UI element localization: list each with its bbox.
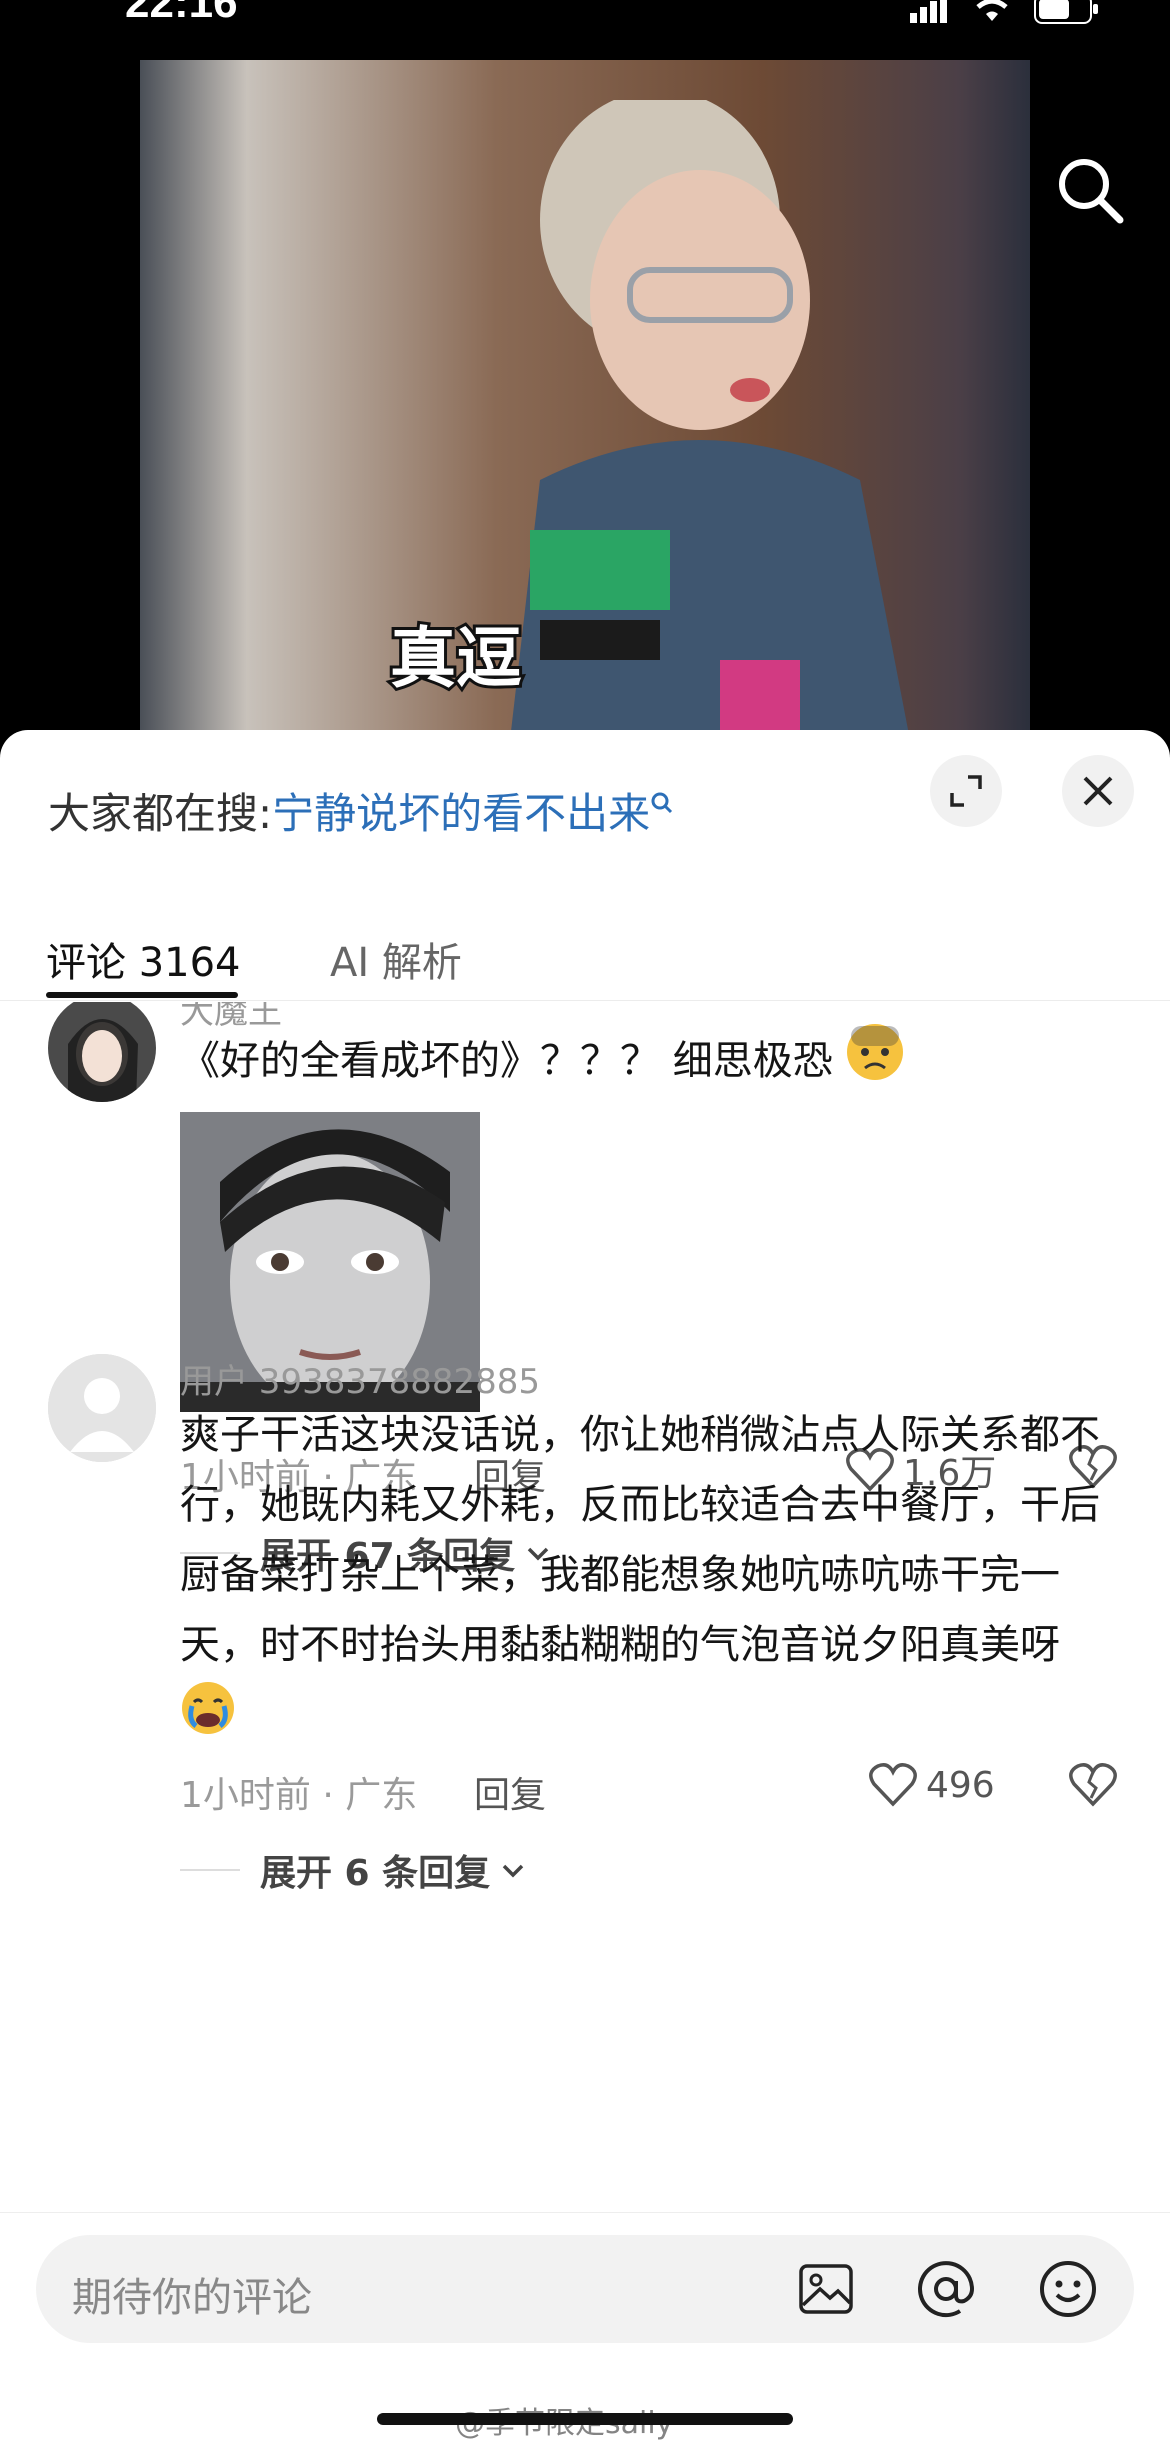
comment-tabs: 评论 3164 AI 解析: [0, 900, 1170, 1001]
expand-fullscreen-button[interactable]: [930, 755, 1002, 827]
expand-replies-label: 展开 6 条回复: [260, 1853, 491, 1894]
comment-username[interactable]: 用户 3938378882885: [180, 1354, 540, 1403]
comment-text-content: 《好的全看成坏的》？？？ 细思极恐: [180, 1038, 833, 1084]
comment-sheet: 大家都在搜: 宁静说坏的看不出来 评论 3164 AI 解析 大魔王 《好的全看…: [0, 730, 1170, 2454]
wifi-icon: [976, 0, 1008, 21]
tab-comments[interactable]: 评论 3164: [46, 930, 241, 988]
battery-icon: [1034, 0, 1098, 24]
comment-input[interactable]: 期待你的评论: [36, 2235, 1134, 2343]
trending-search[interactable]: 大家都在搜: 宁静说坏的看不出来: [48, 780, 674, 841]
avatar[interactable]: [48, 1002, 156, 1102]
status-time: 22:16: [125, 0, 238, 27]
image-picker-button[interactable]: [794, 2257, 858, 2321]
tab-active-indicator: [46, 992, 238, 998]
expand-icon: [950, 775, 982, 807]
close-button[interactable]: [1062, 755, 1134, 827]
trending-prefix: 大家都在搜:: [48, 789, 273, 838]
search-icon[interactable]: [1050, 150, 1130, 230]
dislike-button[interactable]: [1068, 1762, 1118, 1812]
emoji-button[interactable]: [1036, 2257, 1100, 2321]
image-icon: [799, 2264, 853, 2314]
video-caption: 真逗: [387, 617, 525, 700]
tab-ai-analysis[interactable]: AI 解析: [330, 930, 462, 988]
expand-replies[interactable]: 展开 6 条回复: [180, 1844, 528, 1896]
emoji-icon: [1040, 2261, 1096, 2317]
comment-text: 《好的全看成坏的》？？？ 细思极恐: [180, 1022, 1110, 1104]
fearful-emoji-icon: [845, 1022, 905, 1104]
reply-button[interactable]: 回复: [474, 1766, 546, 1818]
chevron-down-icon: [502, 1864, 524, 1878]
comment-text-content: 爽子干活这块没话说，你让她稍微沾点人际关系都不行，她既内耗又外耗，反而比较适合去…: [180, 1412, 1100, 1668]
at-sign-icon: [918, 2261, 975, 2318]
status-bar: 22:16: [0, 0, 1170, 60]
close-icon: [1083, 776, 1113, 806]
like-button[interactable]: 496: [868, 1762, 995, 1808]
avatar-user-icon: [48, 1354, 156, 1462]
comment-list[interactable]: 大魔王 《好的全看成坏的》？？？ 细思极恐 1小时前 · 广东 回复 1.6万: [0, 1002, 1170, 2222]
expand-divider: [180, 1869, 240, 1871]
mention-button[interactable]: [914, 2257, 978, 2321]
home-indicator[interactable]: [377, 2413, 793, 2425]
video-person-image: [510, 100, 910, 740]
trending-query[interactable]: 宁静说坏的看不出来: [272, 780, 650, 841]
like-count: 496: [926, 1764, 995, 1806]
crying-emoji-icon: [180, 1680, 236, 1758]
status-icons: [910, 0, 1100, 24]
broken-heart-icon: [1069, 1763, 1117, 1807]
small-search-icon: [651, 792, 673, 813]
comment-text: 爽子干活这块没话说，你让她稍微沾点人际关系都不行，她既内耗又外耗，反而比较适合去…: [180, 1400, 1110, 1758]
video-frame: [140, 60, 1030, 740]
comment-input-placeholder: 期待你的评论: [72, 2275, 312, 2321]
heart-icon: [869, 1763, 917, 1807]
video-player[interactable]: 真逗: [0, 60, 1170, 740]
signal-icon: [910, 0, 947, 23]
comment-meta: 1小时前 · 广东: [180, 1775, 418, 1816]
